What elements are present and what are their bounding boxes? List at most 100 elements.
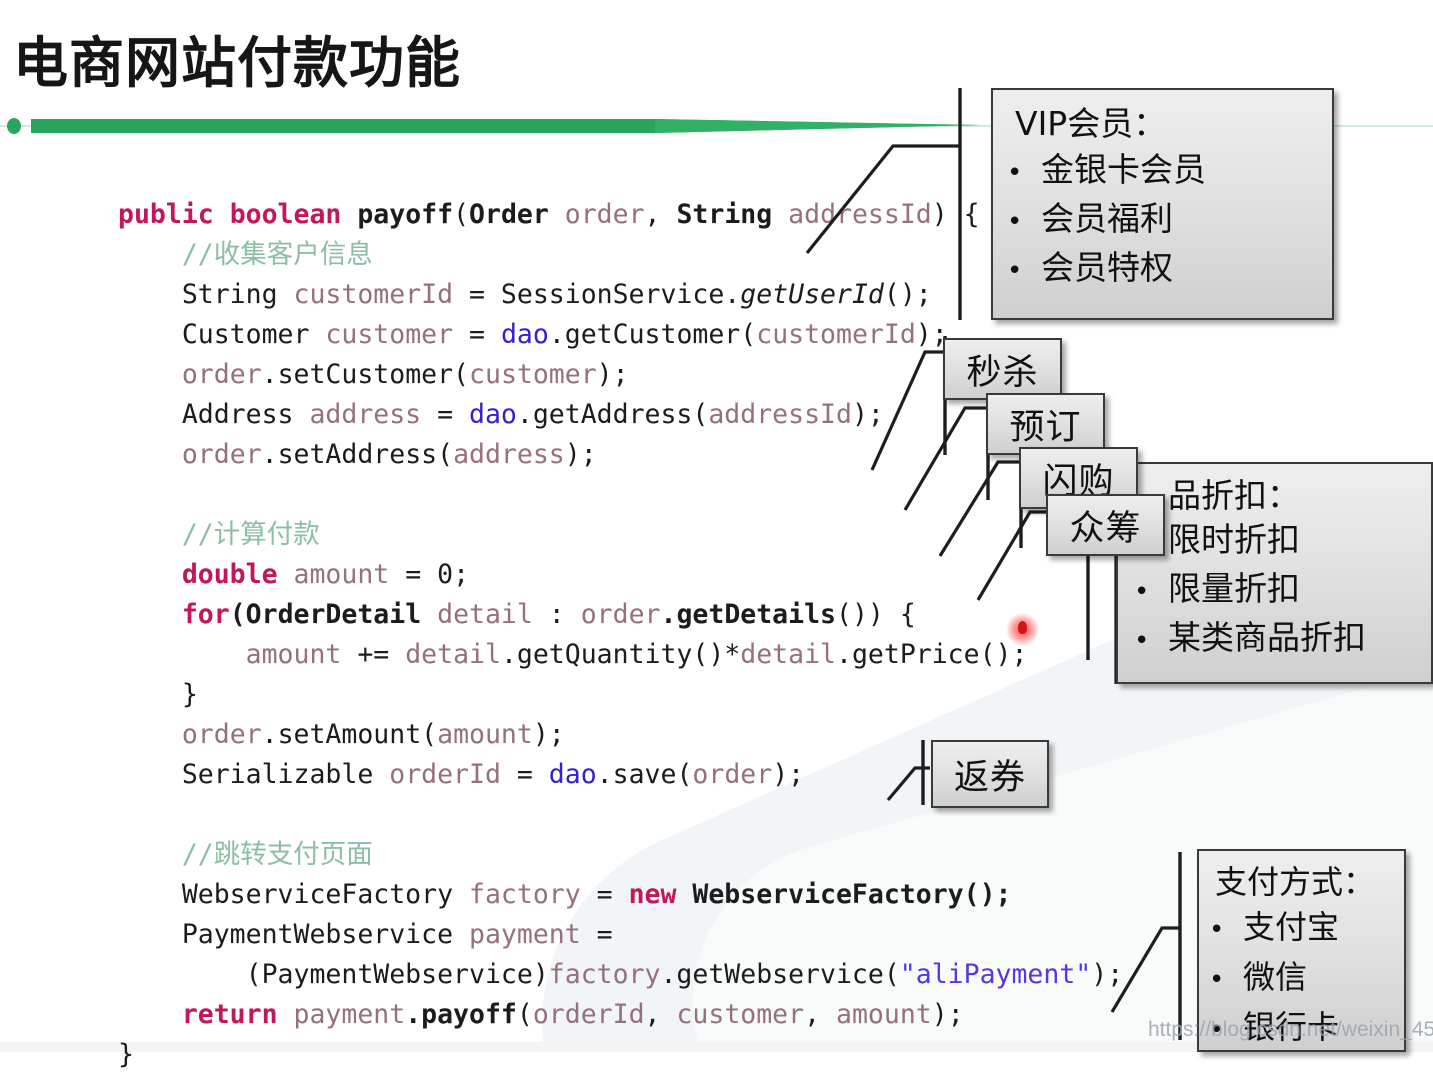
list-item-label: 微信 xyxy=(1243,958,1308,996)
list-item-label: 会员福利 xyxy=(1041,199,1173,238)
callout-tag-label: 返券 xyxy=(953,757,1026,798)
code-line: PaymentWebservice payment = xyxy=(118,915,1123,955)
list-item-label: 支付宝 xyxy=(1243,908,1340,946)
code-token: //计算付款 xyxy=(118,518,320,550)
java-code-block: public boolean payoff(Order order, Strin… xyxy=(118,195,1123,1075)
code-token: } xyxy=(118,1038,134,1070)
code-token: amount xyxy=(836,998,932,1030)
list-item-label: 某类商品折扣 xyxy=(1168,618,1366,657)
callout-tag-zhongchou[interactable]: 众筹 xyxy=(1046,494,1165,556)
code-token: payoff xyxy=(357,198,454,230)
code-token: dao xyxy=(469,398,517,430)
list-item-label: 限时折扣 xyxy=(1168,520,1300,559)
list-item-label: 会员特权 xyxy=(1041,248,1173,287)
code-line: (PaymentWebservice)factory.getWebservice… xyxy=(118,955,1124,995)
callout-discount-list: •限时折扣 • 限量折扣 • 某类商品折扣 xyxy=(1126,517,1431,664)
code-token: PaymentWebservice xyxy=(118,918,469,950)
code-token: WebserviceFactory xyxy=(118,878,469,910)
code-token: getUserId xyxy=(740,278,884,310)
callout-payment-title: 支付方式： xyxy=(1215,863,1376,901)
code-token: address xyxy=(453,438,565,470)
code-token: ); xyxy=(931,998,964,1030)
code-line: public boolean payoff(Order order, Strin… xyxy=(118,195,1123,235)
code-token: .getPrice(); xyxy=(836,638,1028,670)
code-token: = xyxy=(469,278,501,310)
code-token: = xyxy=(596,878,629,910)
code-token: amount xyxy=(437,718,533,750)
code-token: WebserviceFactory(); xyxy=(692,878,1012,910)
code-token: .getWebservice( xyxy=(660,958,900,990)
code-token: ); xyxy=(1091,958,1124,990)
code-token: += xyxy=(357,638,406,670)
code-token: ()) { xyxy=(836,598,916,630)
bullet-icon: • xyxy=(1134,626,1150,656)
code-line: order.setAddress(address); xyxy=(118,435,1123,475)
list-item: • 某类商品折扣 xyxy=(1126,615,1431,664)
code-token: payment xyxy=(469,918,597,950)
code-token: ) { xyxy=(931,198,980,230)
code-line: double amount = 0; xyxy=(118,555,1123,595)
bullet-icon: • xyxy=(1007,256,1023,286)
callout-tag-fanquan[interactable]: 返券 xyxy=(931,740,1049,808)
code-token: ( xyxy=(516,998,533,1030)
code-token: ); xyxy=(564,438,597,470)
code-token: address xyxy=(309,398,438,430)
code-token: double xyxy=(118,558,294,590)
code-token: detail xyxy=(437,598,549,630)
code-token: new xyxy=(628,878,693,910)
code-line xyxy=(118,475,1123,515)
code-token: , xyxy=(804,998,837,1030)
code-token: "aliPayment" xyxy=(899,958,1092,990)
code-token: (PaymentWebservice) xyxy=(118,958,549,990)
list-item: • 金银卡会员 xyxy=(1007,147,1332,196)
bullet-icon: • xyxy=(1007,158,1023,188)
code-token: String xyxy=(676,198,789,230)
code-line: amount += detail.getQuantity()*detail.ge… xyxy=(118,635,1123,675)
code-token: boolean xyxy=(229,198,358,230)
list-item: •限时折扣 xyxy=(1126,517,1431,566)
code-token: ( xyxy=(453,198,470,230)
code-token: order xyxy=(181,438,262,470)
callout-tag-label: 众筹 xyxy=(1069,508,1142,549)
code-token: = xyxy=(596,918,613,950)
code-token: .getQuantity()* xyxy=(500,638,741,670)
code-token: amount xyxy=(293,558,406,590)
callout-tag-miaosha[interactable]: 秒杀 xyxy=(943,338,1062,400)
code-line: for(OrderDetail detail : order.getDetail… xyxy=(118,595,1123,635)
code-line: //跳转支付页面 xyxy=(118,835,1123,875)
code-line: String customerId = SessionService.getUs… xyxy=(118,275,1123,315)
code-token: ); xyxy=(532,718,565,750)
mouse-cursor-icon xyxy=(1018,621,1027,634)
code-token: ( xyxy=(229,598,246,630)
code-token: addressId xyxy=(708,398,852,430)
code-token: dao xyxy=(548,758,597,790)
code-token: .save( xyxy=(596,758,693,790)
code-line: return payment.payoff(orderId, customer,… xyxy=(118,995,1123,1035)
code-token: (); xyxy=(883,278,932,310)
code-token: order xyxy=(692,758,773,790)
code-token: } xyxy=(118,678,198,710)
code-token: Address xyxy=(118,398,310,430)
code-token: .getCustomer( xyxy=(548,318,757,350)
list-item: • 支付宝 xyxy=(1209,904,1404,954)
code-token: order xyxy=(564,198,645,230)
code-token: ); xyxy=(596,358,629,390)
list-item-label: 限量折扣 xyxy=(1168,569,1300,608)
code-token: factory xyxy=(548,958,661,990)
code-token: .getAddress( xyxy=(516,398,709,430)
code-token: .payoff xyxy=(405,998,517,1030)
code-token: = xyxy=(516,758,549,790)
code-token: order xyxy=(181,358,262,390)
code-line: WebserviceFactory factory = new Webservi… xyxy=(118,875,1123,915)
callout-vip-membership[interactable]: VIP会员： • 金银卡会员 • 会员福利 • 会员特权 xyxy=(991,88,1334,320)
callout-tag-yuding[interactable]: 预订 xyxy=(986,393,1105,455)
bullet-icon: • xyxy=(1209,965,1225,995)
code-token: 0; xyxy=(437,558,470,590)
code-token: = xyxy=(469,318,501,350)
page-title: 电商网站付款功能 xyxy=(13,31,462,95)
code-token: .setAmount( xyxy=(261,718,438,750)
code-token: //跳转支付页面 xyxy=(118,838,373,870)
